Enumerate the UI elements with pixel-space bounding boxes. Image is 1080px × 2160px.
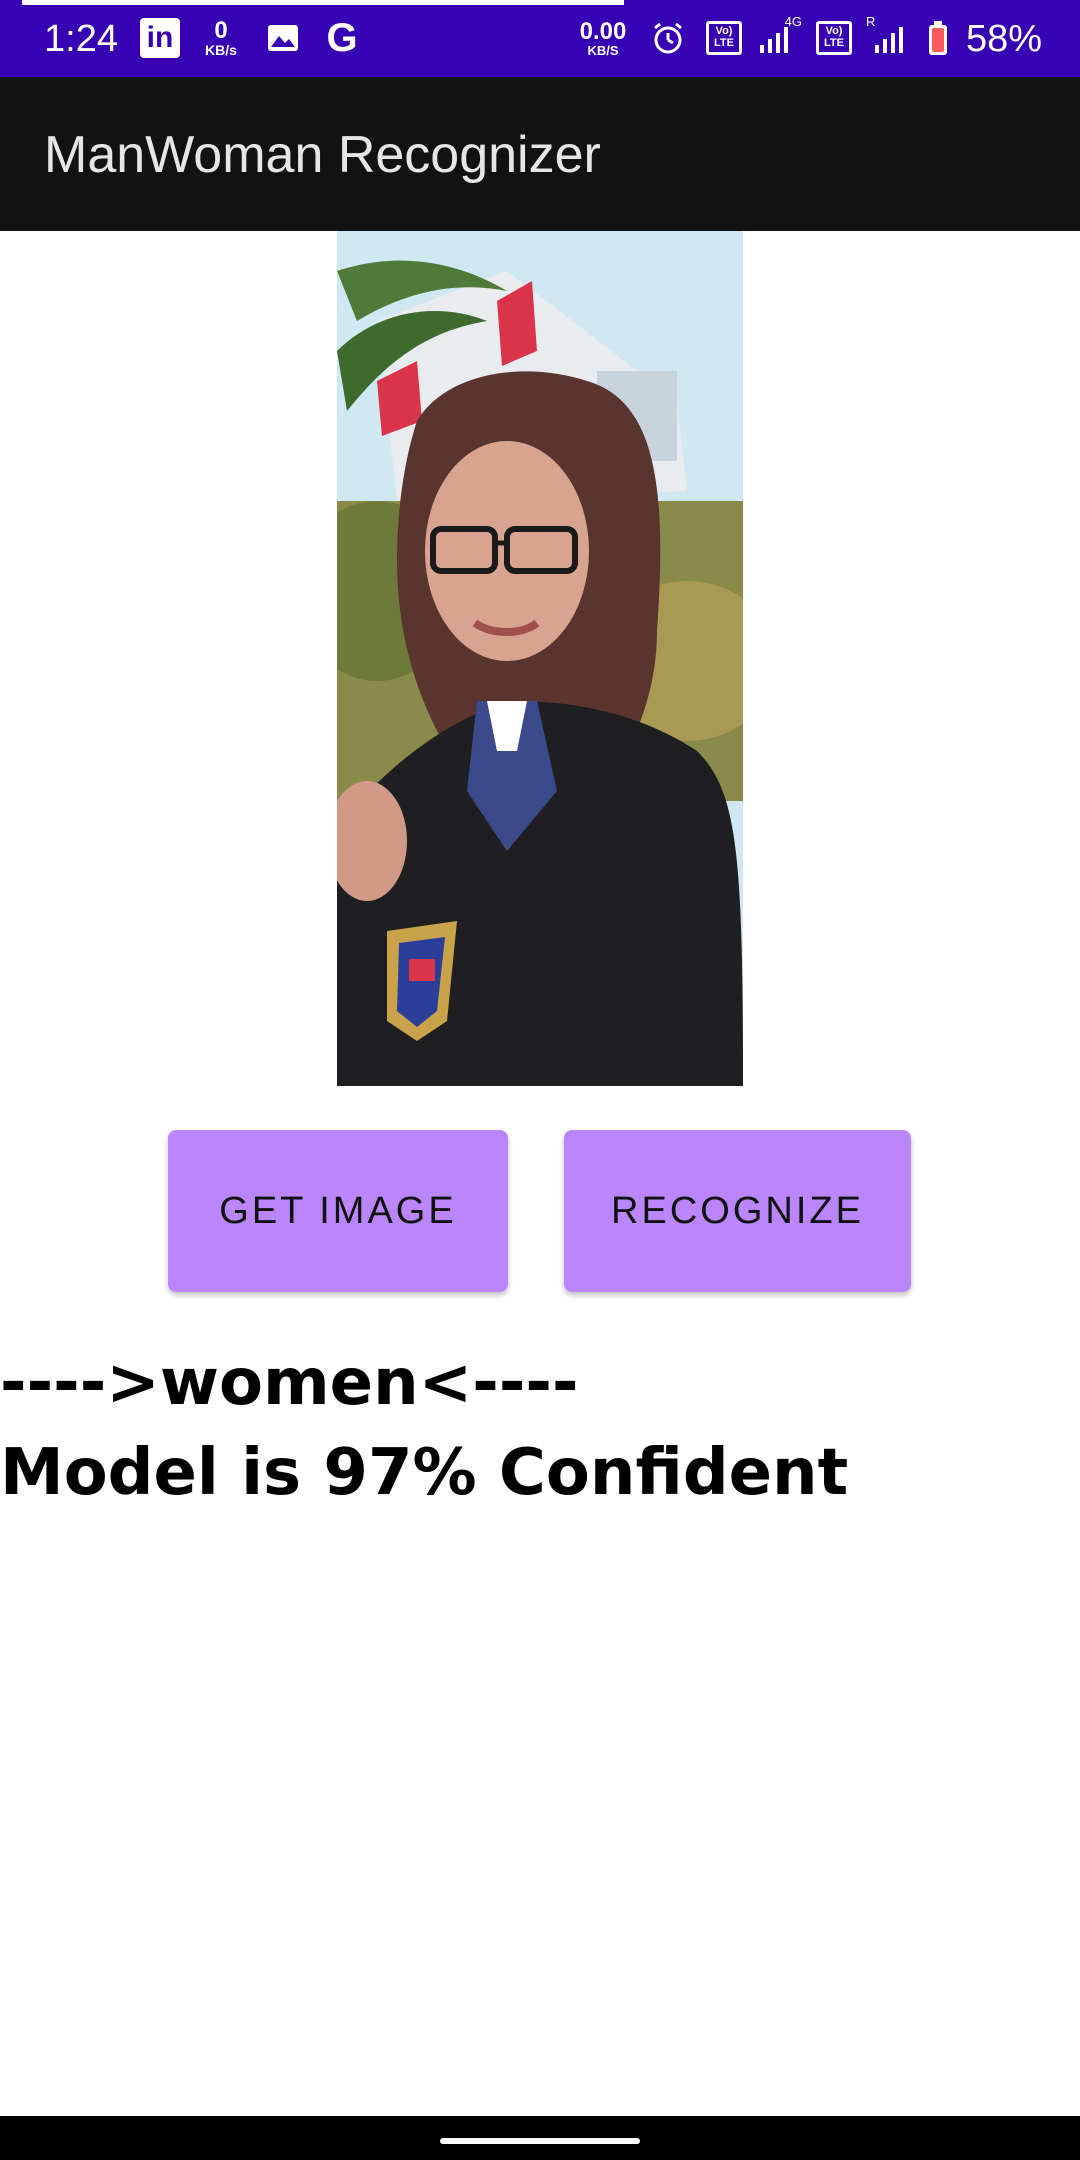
status-time: 1:24 <box>44 18 118 60</box>
volte-icon: Vo) LTE <box>704 18 744 58</box>
volte-bottom-2: LTE <box>824 37 844 49</box>
result-label: ---->women<---- <box>0 1346 579 1420</box>
gallery-icon <box>266 18 300 58</box>
get-image-button[interactable]: GET IMAGE <box>168 1130 508 1292</box>
linkedin-icon: in <box>140 18 180 58</box>
net-speed-unit: KB/s <box>205 42 237 58</box>
battery-percent: 58% <box>966 18 1043 60</box>
confidence-label: Model is 97% Confident <box>0 1436 849 1510</box>
photo-illustration <box>337 231 743 1086</box>
status-progress-line <box>22 0 624 5</box>
net-speed-value-2: 0.00 <box>579 17 627 45</box>
app-title: ManWoman Recognizer <box>44 126 601 184</box>
app-bar: ManWoman Recognizer <box>0 77 1080 231</box>
signal-4g-label: 4G <box>784 14 802 29</box>
google-icon: G <box>326 15 358 60</box>
status-bar: 1:24 in 0 KB/s G 0.00 KB/S Vo) LTE 4G Vo)… <box>0 0 1080 77</box>
volte-icon-2: Vo) LTE <box>814 18 854 58</box>
volte-bottom: LTE <box>714 37 734 49</box>
home-gesture-handle[interactable] <box>440 2138 640 2144</box>
net-speed-unit-2: KB/S <box>587 42 619 58</box>
signal-roaming-label: R <box>866 14 876 29</box>
signal-icon-2: R <box>864 14 910 58</box>
recognize-button[interactable]: RECOGNIZE <box>564 1130 911 1292</box>
battery-icon <box>924 18 952 58</box>
signal-icon: 4G <box>750 14 802 58</box>
net-speed-indicator-2: 0.00 KB/S <box>574 18 632 58</box>
navigation-bar <box>0 2116 1080 2160</box>
net-speed-value: 0 <box>214 17 228 44</box>
selected-photo <box>337 231 743 1086</box>
net-speed-indicator: 0 KB/s <box>196 18 246 58</box>
alarm-icon <box>648 18 688 58</box>
